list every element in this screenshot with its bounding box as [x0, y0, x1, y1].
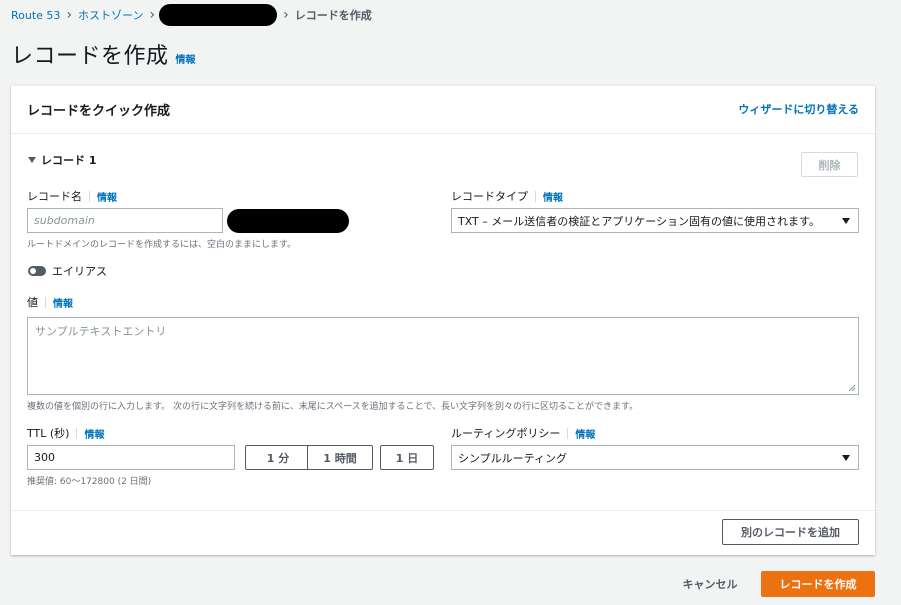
value-info-link[interactable]: 情報	[53, 295, 73, 310]
record-name-label: レコード名	[27, 190, 82, 203]
delete-button[interactable]: 削除	[801, 152, 858, 177]
cancel-button[interactable]: キャンセル	[672, 571, 748, 597]
record-heading: レコード 1	[41, 154, 97, 167]
record-name-placeholder: subdomain	[34, 214, 95, 227]
ttl-input[interactable]: 300	[27, 445, 235, 470]
add-another-record-button[interactable]: 別のレコードを追加	[722, 519, 859, 545]
alias-row: エイリアス	[28, 263, 107, 279]
record-1-expander[interactable]: レコード 1	[28, 152, 96, 168]
ttl-label-row: TTL (秒) 情報	[27, 425, 104, 441]
create-record-button[interactable]: レコードを作成	[761, 571, 875, 597]
caret-down-icon	[842, 455, 850, 461]
record-type-select[interactable]: TXT – メール送信者の検証とアプリケーション固有の値に使用されます。	[451, 208, 859, 233]
routing-info-link[interactable]: 情報	[575, 426, 595, 441]
ttl-1-minute-button[interactable]: 1 分	[245, 445, 311, 470]
caret-down-icon	[28, 157, 36, 163]
breadcrumb-hosted-zones-link[interactable]: ホストゾーン	[78, 7, 143, 23]
resize-handle-icon[interactable]	[848, 384, 856, 392]
routing-label-row: ルーティングポリシー 情報	[451, 425, 595, 441]
breadcrumb: Route 53 › ホストゾーン › › レコードを作成	[11, 4, 372, 26]
value-label: 値	[27, 296, 38, 309]
page-info-link[interactable]: 情報	[176, 51, 196, 66]
record-type-info-link[interactable]: 情報	[543, 189, 563, 204]
divider	[567, 427, 569, 439]
ttl-1-day-button[interactable]: 1 日	[380, 445, 434, 470]
record-type-label: レコードタイプ	[451, 190, 528, 203]
breadcrumb-current: レコードを作成	[294, 9, 372, 22]
record-name-input[interactable]: subdomain	[27, 208, 223, 233]
routing-policy-select[interactable]: シンプルルーティング	[451, 445, 859, 470]
caret-down-icon	[842, 218, 850, 224]
ttl-1-hour-button[interactable]: 1 時間	[307, 445, 373, 470]
divider	[76, 427, 78, 439]
value-hint: 複数の値を個別の行に入力します。 次の行に文字列を続ける前に、末尾にスペースを追…	[27, 402, 639, 412]
record-type-label-row: レコードタイプ 情報	[451, 188, 563, 204]
ttl-hint: 推奨値: 60～172800 (2 日間)	[27, 477, 152, 487]
alias-toggle[interactable]	[28, 266, 46, 276]
ttl-info-link[interactable]: 情報	[84, 426, 104, 441]
value-textarea[interactable]: サンプルテキストエントリ	[27, 317, 859, 395]
page-title: レコードを作成	[11, 44, 169, 69]
record-name-label-row: レコード名 情報	[27, 188, 117, 204]
divider	[45, 296, 46, 308]
chevron-right-icon: ›	[283, 7, 289, 23]
routing-policy-label: ルーティングポリシー	[451, 427, 561, 440]
breadcrumb-route53-link[interactable]: Route 53	[11, 9, 60, 22]
divider	[535, 190, 536, 202]
alias-label: エイリアス	[52, 265, 107, 278]
record-name-hint: ルートドメインのレコードを作成するには、空白のままにします。	[27, 240, 297, 250]
ttl-label: TTL (秒)	[27, 427, 70, 440]
record-type-value: TXT – メール送信者の検証とアプリケーション固有の値に使用されます。	[458, 214, 820, 228]
chevron-right-icon: ›	[66, 7, 73, 23]
quick-create-panel: レコードをクイック作成 ウィザードに切り替える レコード 1 削除 レコード名 …	[11, 85, 875, 555]
redacted-zone-name[interactable]	[159, 4, 278, 26]
ttl-value: 300	[34, 451, 55, 464]
redacted-domain-suffix	[227, 209, 349, 233]
panel-divider	[11, 510, 875, 511]
routing-policy-value: シンプルルーティング	[458, 451, 568, 465]
value-label-row: 値 情報	[27, 294, 73, 310]
page-header: レコードを作成 情報	[11, 38, 196, 70]
panel-header: レコードをクイック作成 ウィザードに切り替える	[11, 86, 875, 134]
record-name-info-link[interactable]: 情報	[97, 189, 117, 204]
divider	[89, 190, 90, 202]
switch-to-wizard-link[interactable]: ウィザードに切り替える	[738, 101, 859, 117]
panel-title: レコードをクイック作成	[27, 104, 171, 119]
chevron-right-icon: ›	[149, 7, 156, 23]
value-placeholder: サンプルテキストエントリ	[35, 325, 167, 338]
